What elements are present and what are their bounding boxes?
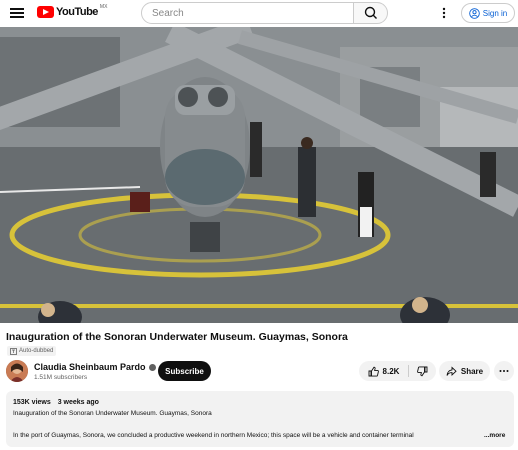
more-horizontal-icon	[499, 370, 509, 372]
subscribe-button[interactable]: Subscribe	[158, 361, 211, 381]
sign-in-label: Sign in	[482, 8, 508, 18]
sign-in-button[interactable]: Sign in	[461, 3, 515, 23]
account-icon	[469, 7, 480, 19]
share-label: Share	[460, 366, 484, 376]
like-button[interactable]: 8.2K	[359, 361, 408, 381]
verified-icon	[148, 363, 156, 371]
like-count: 8.2K	[382, 366, 400, 376]
channel-avatar[interactable]	[6, 360, 28, 382]
video-title: Inauguration of the Sonoran Underwater M…	[6, 331, 348, 343]
description-title-line: Inauguration of the Sonoran Underwater M…	[13, 410, 212, 417]
thumbs-down-icon	[417, 365, 428, 376]
description-box[interactable]: 153K views 3 weeks ago Inauguration of t…	[6, 391, 514, 447]
translate-icon	[10, 347, 17, 355]
settings-kebab-icon[interactable]	[438, 6, 450, 20]
search-input[interactable]: Search	[141, 2, 354, 24]
logo-region: MX	[99, 4, 108, 10]
channel-name[interactable]: Claudia Sheinbaum Pardo	[34, 362, 156, 372]
logo-text: YouTube	[56, 6, 98, 18]
upload-age: 3 weeks ago	[57, 399, 99, 406]
avatar-image	[6, 360, 28, 382]
auto-dubbed-label: Auto-dubbed	[19, 348, 54, 354]
hamburger-menu-icon[interactable]	[10, 6, 24, 20]
search-icon	[364, 6, 377, 19]
view-count: 153K views	[13, 399, 51, 406]
search-button[interactable]	[353, 2, 388, 24]
like-dislike-group: 8.2K	[359, 361, 436, 381]
subscriber-count: 1.51M subscribers	[34, 374, 88, 381]
auto-dubbed-badge[interactable]: Auto-dubbed	[7, 346, 57, 356]
video-frame	[0, 27, 518, 323]
more-actions-button[interactable]	[494, 361, 514, 381]
channel-name-text: Claudia Sheinbaum Pardo	[34, 362, 146, 372]
youtube-play-icon	[37, 6, 54, 18]
share-icon	[446, 365, 457, 376]
video-meta: 153K views 3 weeks ago	[13, 399, 99, 406]
description-text: In the port of Guaymas, Sonora, we concl…	[13, 432, 414, 439]
dislike-button[interactable]	[409, 361, 436, 381]
show-more-link[interactable]: ...more	[482, 432, 506, 439]
youtube-logo[interactable]: YouTube MX	[37, 4, 108, 18]
top-bar: YouTube MX Search Sign in	[0, 0, 518, 26]
thumbs-up-icon	[368, 366, 379, 377]
video-player[interactable]	[0, 27, 518, 323]
share-button[interactable]: Share	[439, 361, 490, 381]
